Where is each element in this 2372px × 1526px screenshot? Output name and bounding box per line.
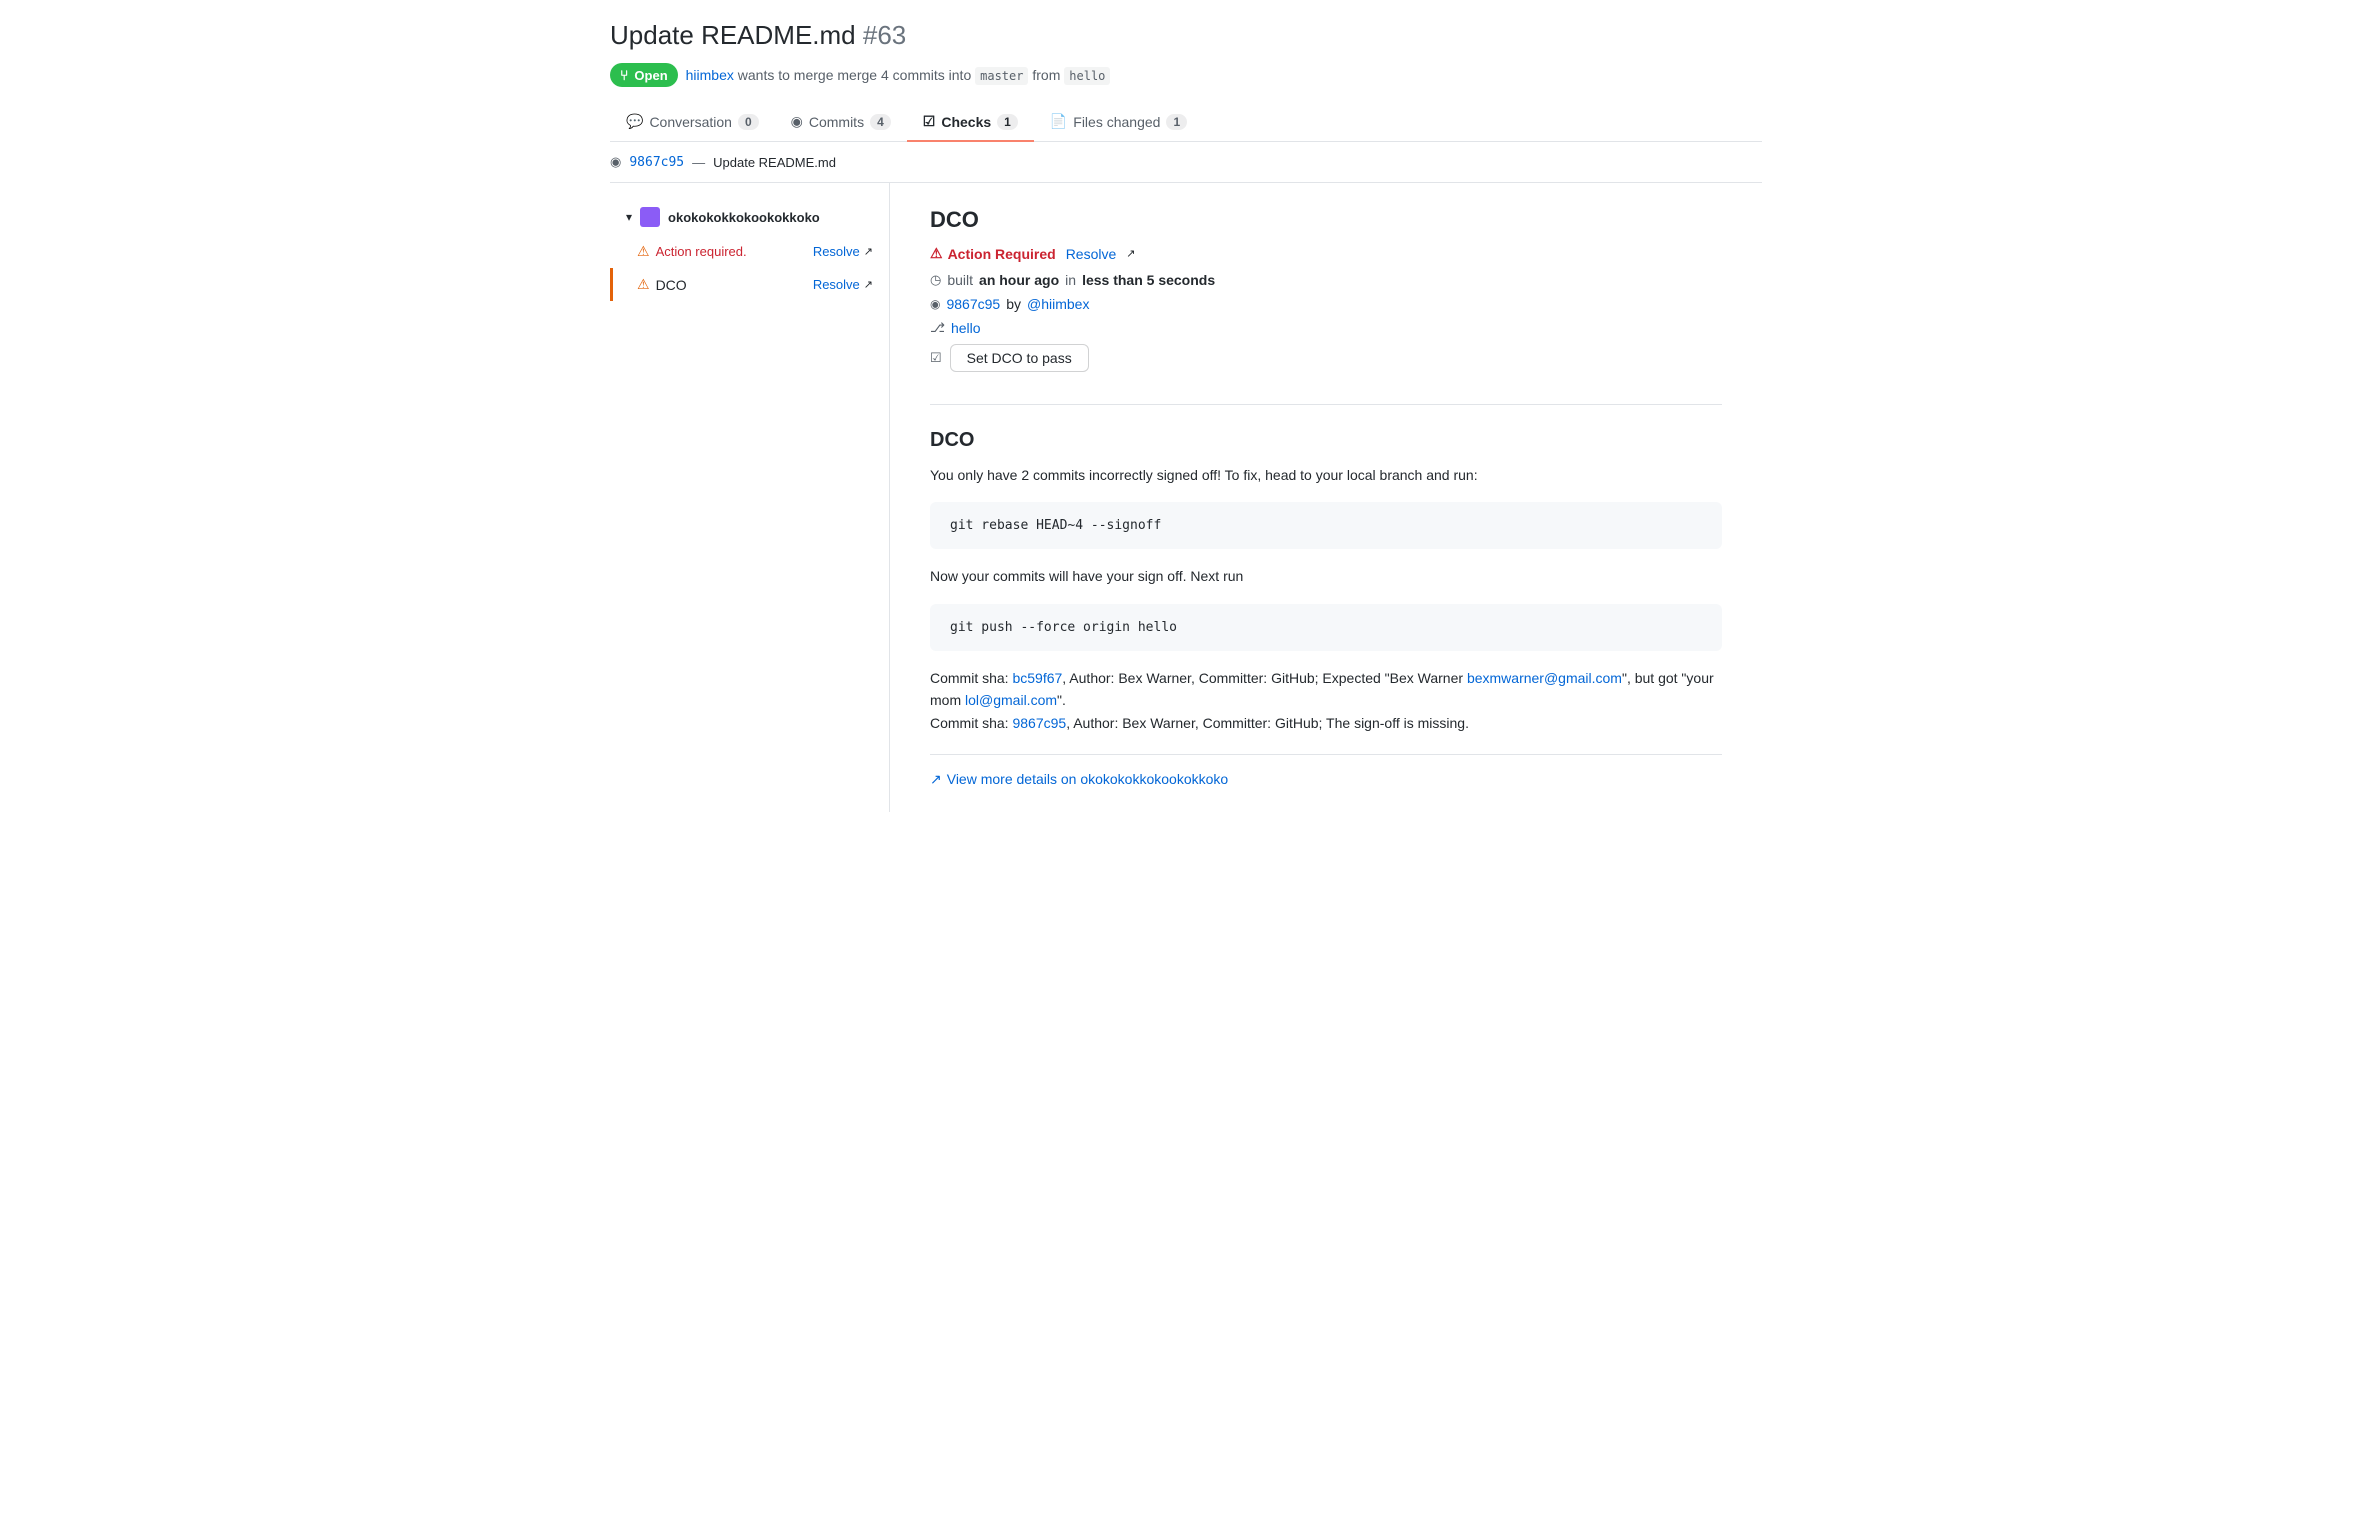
dco-intro-text: You only have 2 commits incorrectly sign… <box>930 464 1722 486</box>
checklist-icon: ☑ <box>930 350 942 366</box>
pr-meta-info: hiimbex wants to merge merge 4 commits i… <box>686 67 1111 83</box>
commit-hash-link[interactable]: 9867c95 <box>629 155 684 170</box>
tab-files-changed[interactable]: 📄 Files changed 1 <box>1034 103 1203 142</box>
email-link-1[interactable]: bexmwarner@gmail.com <box>1467 670 1622 686</box>
dco-label: DCO <box>656 277 687 293</box>
commits-icon: ◉ <box>791 113 803 130</box>
chevron-down-icon: ▾ <box>626 210 632 224</box>
pr-title-text: Update README.md <box>610 20 856 50</box>
code-block-2: git push --force origin hello <box>930 604 1722 651</box>
built-time: an hour ago <box>979 272 1059 288</box>
set-dco-button[interactable]: Set DCO to pass <box>950 344 1089 372</box>
email-link-2[interactable]: lol@gmail.com <box>965 692 1057 708</box>
commit-icon: ◉ <box>930 297 940 311</box>
branch-icon: ⎇ <box>930 320 945 336</box>
content-area: DCO ⚠ Action Required Resolve ↗ ◷ built … <box>890 183 1762 812</box>
commit-details: Commit sha: bc59f67, Author: Bex Warner,… <box>930 667 1722 734</box>
build-duration: less than 5 seconds <box>1082 272 1215 288</box>
code-block-1: git rebase HEAD~4 --signoff <box>930 502 1722 549</box>
checks-sidebar: ▾ okokokokkokookokkoko ⚠ Action required… <box>610 183 890 812</box>
commit-sha-2-link[interactable]: 9867c95 <box>1012 715 1066 731</box>
sidebar-item-dco[interactable]: ⚠ DCO Resolve ↗ <box>610 268 889 301</box>
tab-checks[interactable]: ☑ Checks 1 <box>907 103 1034 142</box>
action-required-text: Action required. <box>656 244 747 259</box>
dco-resolve-link[interactable]: Resolve <box>813 277 860 292</box>
dco-mid-text: Now your commits will have your sign off… <box>930 565 1722 587</box>
tab-conversation[interactable]: 💬 Conversation 0 <box>610 103 775 142</box>
action-warning-icon: ⚠ <box>930 245 943 262</box>
files-count: 1 <box>1166 114 1187 130</box>
resolve-link-top[interactable]: Resolve <box>813 244 860 259</box>
merge-icon: ⑂ <box>620 67 628 83</box>
dco-warning-icon: ⚠ <box>637 276 650 293</box>
check-status-row: ⚠ Action Required Resolve ↗ <box>930 245 1722 262</box>
dco-action-row: ☑ Set DCO to pass <box>930 344 1722 372</box>
pr-meta: ⑂ Open hiimbex wants to merge merge 4 co… <box>610 63 1762 87</box>
pr-number: #63 <box>863 20 906 50</box>
dco-body-title: DCO <box>930 429 1722 452</box>
target-branch: master <box>975 67 1028 85</box>
commits-count: 4 <box>870 114 891 130</box>
clock-icon: ◷ <box>930 272 941 288</box>
tab-bar: 💬 Conversation 0 ◉ Commits 4 ☑ Checks 1 … <box>610 103 1762 142</box>
source-branch: hello <box>1064 67 1110 85</box>
check-section: DCO ⚠ Action Required Resolve ↗ ◷ built … <box>930 207 1722 372</box>
check-external-icon: ↗ <box>1126 247 1135 260</box>
branch-link[interactable]: hello <box>951 320 981 336</box>
commit-dot-icon: ◉ <box>610 154 621 170</box>
sidebar-group-header[interactable]: ▾ okokokokkokookokkoko <box>610 199 889 235</box>
sidebar-group-name: okokokokkokookokkoko <box>668 210 820 225</box>
commit-bar: ◉ 9867c95 — Update README.md <box>610 142 1762 183</box>
check-commit-row: ◉ 9867c95 by @hiimbex <box>930 296 1722 312</box>
author-link[interactable]: hiimbex <box>686 67 734 83</box>
files-icon: 📄 <box>1050 113 1067 130</box>
check-branch-row: ⎇ hello <box>930 320 1722 336</box>
check-resolve-link[interactable]: Resolve <box>1066 246 1117 262</box>
commit-message: Update README.md <box>713 155 836 170</box>
dco-body: DCO You only have 2 commits incorrectly … <box>930 429 1722 788</box>
action-required-badge: ⚠ Action Required <box>930 245 1056 262</box>
commit-sha-1-link[interactable]: bc59f67 <box>1012 670 1062 686</box>
conversation-icon: 💬 <box>626 113 643 130</box>
open-badge: ⑂ Open <box>610 63 678 87</box>
avatar <box>640 207 660 227</box>
external-link-icon: ↗ <box>864 245 873 258</box>
tab-commits[interactable]: ◉ Commits 4 <box>775 103 907 142</box>
view-more-link[interactable]: ↗ View more details on okokokokkokookokk… <box>930 754 1722 788</box>
main-layout: ▾ okokokokkokookokkoko ⚠ Action required… <box>610 183 1762 812</box>
dco-external-icon: ↗ <box>864 278 873 291</box>
section-divider <box>930 404 1722 405</box>
status-badge-text: Open <box>634 68 667 83</box>
check-meta-row: ◷ built an hour ago in less than 5 secon… <box>930 272 1722 288</box>
warning-icon: ⚠ <box>637 243 650 260</box>
check-title: DCO <box>930 207 1722 233</box>
external-link-icon-2: ↗ <box>930 771 942 788</box>
checks-count: 1 <box>997 114 1018 130</box>
pr-title: Update README.md #63 <box>610 20 1762 51</box>
sidebar-action-required: ⚠ Action required. Resolve ↗ <box>610 235 889 268</box>
checks-icon: ☑ <box>923 113 936 130</box>
author-profile-link[interactable]: @hiimbex <box>1027 296 1089 312</box>
conversation-count: 0 <box>738 114 759 130</box>
check-commit-link[interactable]: 9867c95 <box>946 296 1000 312</box>
